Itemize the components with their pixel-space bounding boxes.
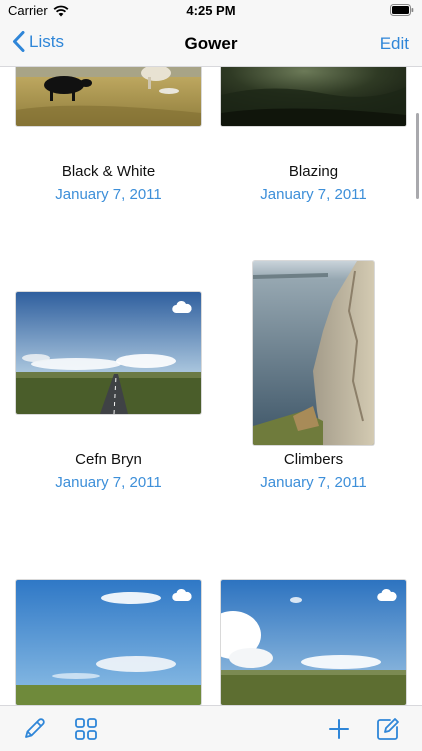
grid-icon[interactable] — [72, 715, 100, 743]
photo-sheep — [16, 67, 201, 126]
edit-button[interactable]: Edit — [380, 34, 409, 54]
back-button-label: Lists — [29, 31, 64, 51]
scroll-indicator[interactable] — [416, 113, 419, 199]
photo-thumbnail[interactable] — [253, 261, 374, 445]
back-button[interactable]: Lists — [12, 31, 64, 52]
item-date: January 7, 2011 — [260, 186, 367, 203]
item-title: Black & White — [61, 163, 156, 180]
plus-icon[interactable] — [325, 715, 353, 743]
item-title: Climbers — [283, 451, 344, 468]
status-time: 4:25 PM — [186, 3, 236, 18]
chevron-left-icon — [13, 31, 25, 52]
navigation-bar: Lists Gower Edit — [0, 22, 422, 67]
photo-grid[interactable]: Black & White January 7, 2011 Blazing Ja… — [0, 67, 422, 705]
photo-dark-hillside — [221, 67, 406, 126]
item-date: January 7, 2011 — [260, 474, 367, 491]
photo-thumbnail[interactable] — [221, 580, 406, 705]
item-title: Blazing — [288, 163, 339, 180]
battery-icon — [390, 4, 414, 19]
photo-thumbnail[interactable] — [16, 580, 201, 705]
pencil-icon[interactable] — [20, 715, 48, 743]
cloud-icon — [171, 300, 193, 314]
bottom-toolbar — [0, 705, 422, 751]
compose-icon[interactable] — [374, 715, 402, 743]
photo-cliff — [253, 261, 374, 445]
item-date: January 7, 2011 — [55, 474, 162, 491]
cloud-icon — [171, 588, 193, 602]
item-title: Cefn Bryn — [75, 451, 142, 468]
photo-thumbnail[interactable] — [16, 67, 201, 126]
item-date: January 7, 2011 — [55, 186, 162, 203]
photo-thumbnail[interactable] — [16, 292, 201, 414]
cloud-icon — [376, 588, 398, 602]
status-bar: Carrier 4:25 PM — [0, 0, 422, 22]
photo-thumbnail[interactable] — [221, 67, 406, 126]
